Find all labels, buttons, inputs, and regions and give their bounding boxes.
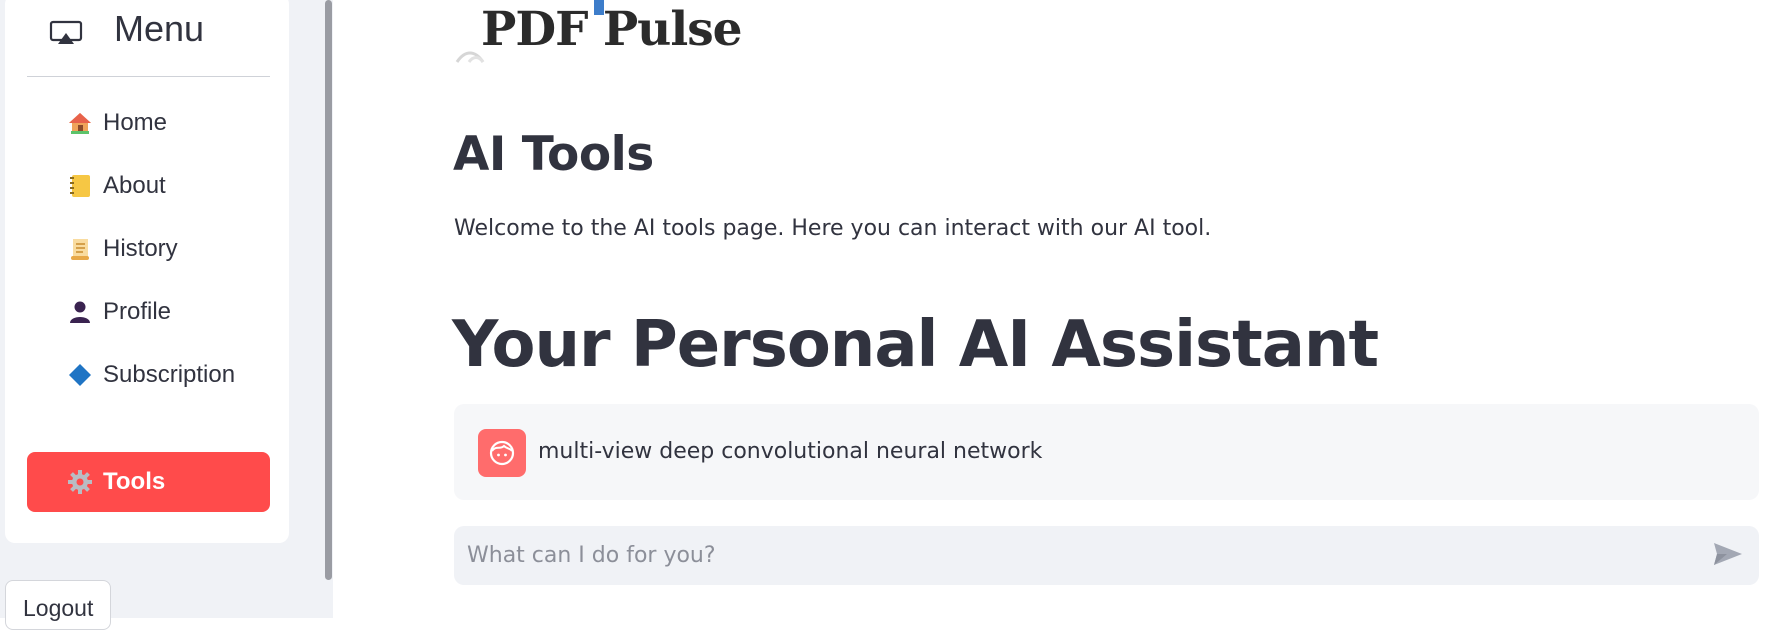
sidebar-item-subscription[interactable]: Subscription: [27, 345, 270, 405]
sidebar-item-label: Profile: [103, 298, 172, 325]
menu-title: Menu: [114, 8, 205, 49]
send-button[interactable]: [1712, 541, 1744, 571]
logo-text: PDF Pulse: [481, 2, 743, 57]
chat-message: multi-view deep convolutional neural net…: [454, 404, 1759, 500]
sidebar-item-profile[interactable]: Profile: [27, 282, 270, 342]
assistant-title: Your Personal AI Assistant: [452, 308, 1379, 382]
house-icon: [67, 110, 93, 136]
menu-card: Menu Home About History Profile Subscrip…: [5, 0, 289, 543]
sidebar-item-label: Subscription: [103, 361, 236, 388]
logout-button[interactable]: Logout: [5, 580, 111, 630]
face-icon: [478, 429, 526, 477]
notebook-icon: [67, 173, 93, 199]
sidebar-item-tools[interactable]: Tools: [27, 452, 270, 512]
sidebar: Menu Home About History Profile Subscrip…: [0, 0, 333, 630]
diamond-icon: [67, 362, 93, 388]
menu-header: Menu: [27, 0, 270, 77]
chat-input-container: [454, 526, 1759, 585]
sidebar-scrollbar[interactable]: [325, 0, 332, 580]
chat-input[interactable]: [454, 526, 1684, 585]
person-icon: [67, 299, 93, 325]
sidebar-item-label: History: [103, 235, 178, 262]
cast-icon: [49, 20, 89, 54]
gear-icon: [67, 469, 93, 495]
sidebar-item-history[interactable]: History: [27, 219, 270, 279]
logo: PDF Pulse: [455, 0, 743, 80]
scroll-icon: [67, 236, 93, 262]
sidebar-item-label: Tools: [103, 468, 166, 495]
page-title: AI Tools: [453, 127, 654, 182]
sidebar-item-home[interactable]: Home: [27, 93, 270, 153]
sidebar-item-label: About: [103, 172, 166, 199]
page-description: Welcome to the AI tools page. Here you c…: [454, 216, 1212, 241]
sidebar-item-about[interactable]: About: [27, 156, 270, 216]
chat-message-text: multi-view deep convolutional neural net…: [538, 439, 1043, 464]
sidebar-item-label: Home: [103, 109, 168, 136]
send-icon: [1713, 542, 1743, 570]
